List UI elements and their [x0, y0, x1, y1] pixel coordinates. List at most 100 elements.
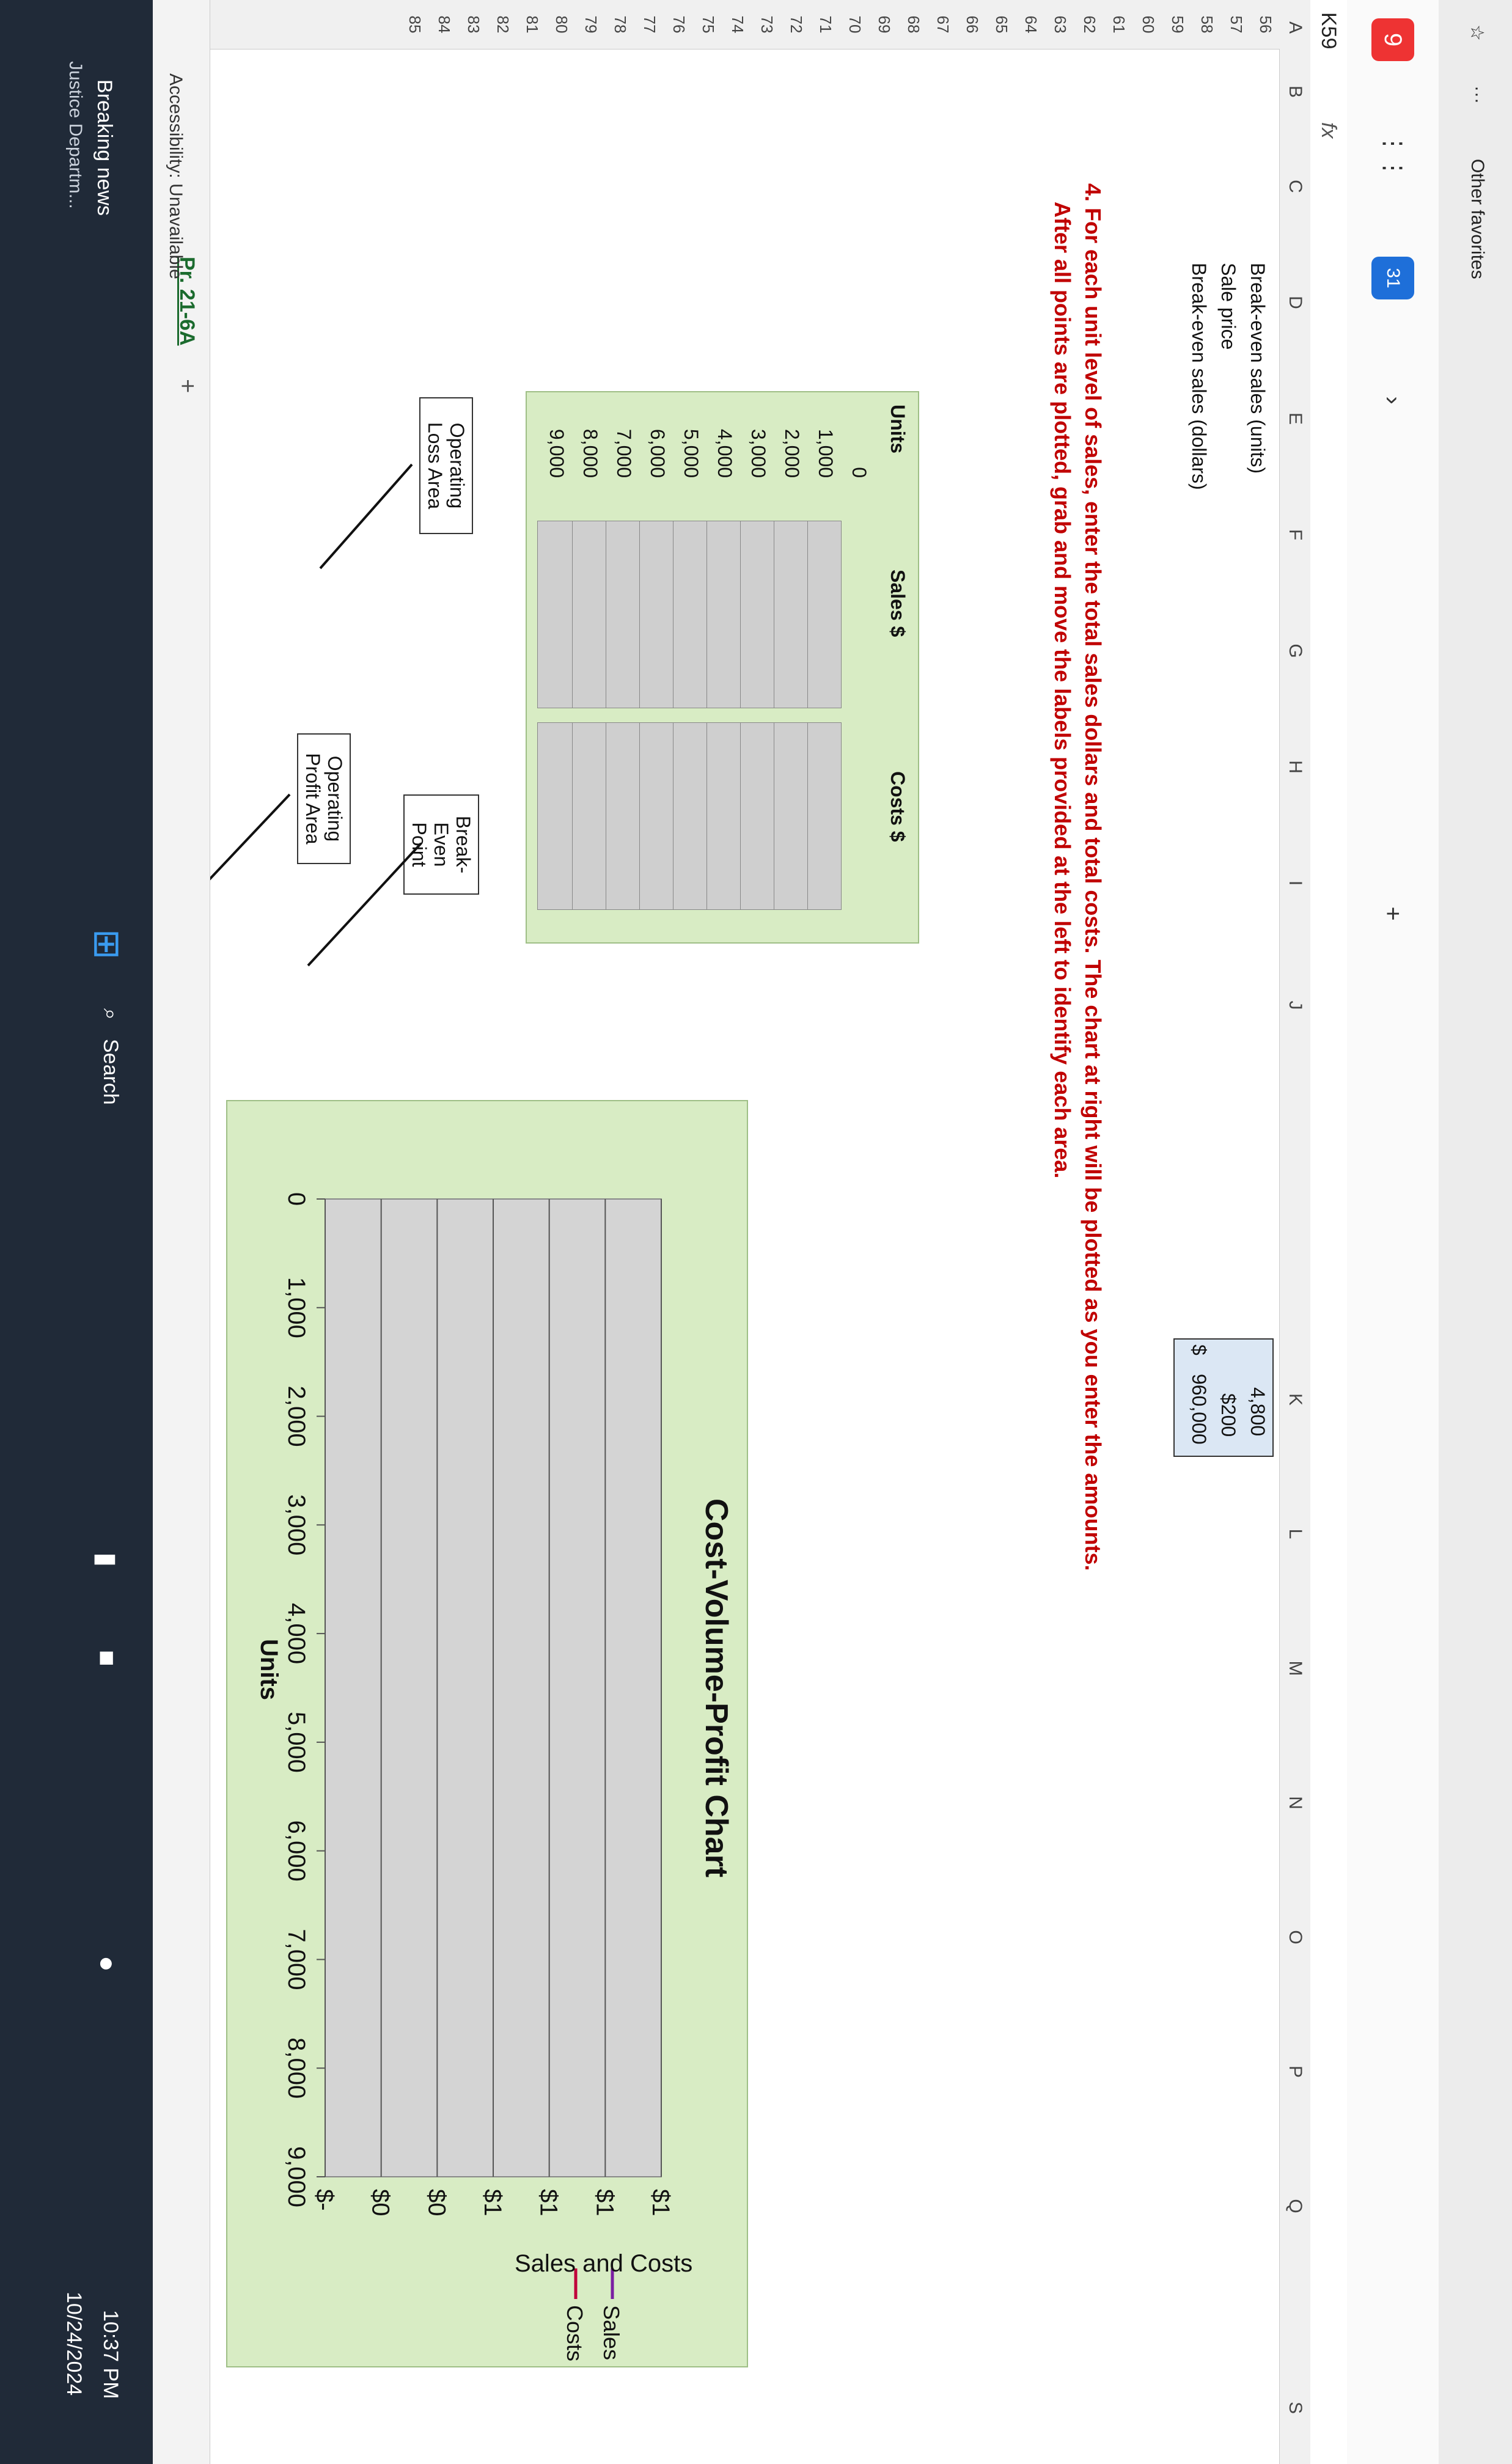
- row-header[interactable]: 68: [904, 6, 923, 43]
- row-header[interactable]: 81: [523, 6, 541, 43]
- row-header[interactable]: 78: [611, 6, 629, 43]
- col-header[interactable]: L: [1280, 1467, 1310, 1601]
- row-header[interactable]: 58: [1197, 6, 1216, 43]
- costs-input-cell[interactable]: [705, 722, 741, 910]
- units-value: 6,000: [647, 428, 669, 478]
- row-header[interactable]: 79: [581, 6, 600, 43]
- operating-profit-label[interactable]: Operating Profit Area: [297, 733, 351, 864]
- row-header[interactable]: 82: [493, 6, 512, 43]
- row-header[interactable]: 70: [845, 6, 864, 43]
- x-tick-label: 0: [283, 1192, 310, 1206]
- cvp-chart-svg: $- $0 $0 $1 $1 $1 $1 0 1,000 2,000 3,000 4,000 5,000…: [283, 1192, 674, 2366]
- formula-icon: fx: [1317, 122, 1340, 139]
- col-header[interactable]: D: [1280, 244, 1310, 361]
- row-header[interactable]: 72: [787, 6, 806, 43]
- sales-input-cell[interactable]: [705, 521, 741, 708]
- costs-input-cell[interactable]: [571, 722, 606, 910]
- browser-sidebar: 9 ⋮⋮ 31 › +: [1346, 0, 1439, 2464]
- row-header[interactable]: 74: [728, 6, 747, 43]
- news-title[interactable]: Breaking news: [92, 79, 116, 216]
- gmail-icon[interactable]: 9: [1371, 18, 1414, 61]
- app-icon[interactable]: ●: [92, 1956, 122, 1972]
- costs-input-cell[interactable]: [537, 722, 573, 910]
- breakeven-dollars-label: Break-even sales (dollars): [1188, 263, 1210, 490]
- x-tick-label: 1,000: [283, 1277, 310, 1338]
- row-header[interactable]: 75: [699, 6, 717, 43]
- row-header[interactable]: 56: [1256, 6, 1275, 43]
- chart-panel[interactable]: Cost-Volume-Profit Chart $- $0 $0 $1 $1 $1 $1 0…: [226, 1100, 748, 2367]
- col-header[interactable]: E: [1280, 361, 1310, 477]
- taskbar-search[interactable]: Search: [98, 1039, 122, 1105]
- row-header[interactable]: 65: [992, 6, 1011, 43]
- row-header[interactable]: 57: [1227, 6, 1246, 43]
- row-header[interactable]: 63: [1051, 6, 1070, 43]
- row-header[interactable]: 73: [757, 6, 776, 43]
- row-header[interactable]: 77: [640, 6, 659, 43]
- row-header[interactable]: 71: [816, 6, 835, 43]
- units-value: 2,000: [781, 428, 803, 478]
- col-header[interactable]: N: [1280, 1736, 1310, 1870]
- col-header[interactable]: C: [1280, 128, 1310, 244]
- row-header[interactable]: 67: [933, 6, 952, 43]
- apps-grid-icon[interactable]: ⋮⋮: [1371, 131, 1414, 180]
- col-header[interactable]: B: [1280, 55, 1310, 128]
- chevron-right-icon[interactable]: ›: [1371, 379, 1414, 422]
- name-box[interactable]: K59: [1310, 12, 1347, 110]
- row-header[interactable]: 64: [1021, 6, 1040, 43]
- windows-start-icon[interactable]: ⊞: [86, 929, 128, 959]
- app-icon[interactable]: ■: [92, 1650, 122, 1667]
- favorites-star-icon[interactable]: ☆: [1466, 24, 1488, 41]
- units-header: Units: [887, 405, 909, 453]
- search-icon[interactable]: ⌕: [98, 1008, 122, 1020]
- app-icon[interactable]: ▮: [91, 1552, 122, 1567]
- col-header[interactable]: O: [1280, 1870, 1310, 2004]
- sales-input-cell[interactable]: [672, 521, 707, 708]
- add-icon[interactable]: +: [1371, 892, 1414, 935]
- row-header[interactable]: 61: [1109, 6, 1128, 43]
- row-header[interactable]: 69: [875, 6, 894, 43]
- sales-input-cell[interactable]: [638, 521, 673, 708]
- row-header[interactable]: 80: [552, 6, 571, 43]
- col-header[interactable]: P: [1280, 2004, 1310, 2139]
- row-header[interactable]: 85: [405, 6, 424, 43]
- sales-input-cell[interactable]: [537, 521, 573, 708]
- costs-input-cell[interactable]: [739, 722, 774, 910]
- row-header[interactable]: 83: [464, 6, 483, 43]
- row-header[interactable]: 62: [1080, 6, 1099, 43]
- operating-loss-label[interactable]: Operating Loss Area: [419, 397, 473, 534]
- col-header[interactable]: Q: [1280, 2139, 1310, 2273]
- sales-input-cell[interactable]: [806, 521, 842, 708]
- sales-input-cell[interactable]: [739, 521, 774, 708]
- sales-input-cell[interactable]: [773, 521, 808, 708]
- news-subtitle[interactable]: Justice Departm...: [65, 61, 86, 209]
- row-header[interactable]: 76: [669, 6, 688, 43]
- more-icon[interactable]: ···: [1467, 86, 1488, 104]
- row-header[interactable]: 66: [963, 6, 982, 43]
- col-header[interactable]: J: [1280, 941, 1310, 1069]
- x-tick-label: 6,000: [283, 1821, 310, 1882]
- accessibility-status[interactable]: Accessibility: Unavailable: [165, 73, 186, 279]
- col-header[interactable]: G: [1280, 593, 1310, 709]
- calendar-icon[interactable]: 31: [1371, 257, 1414, 299]
- costs-input-cell[interactable]: [806, 722, 842, 910]
- sales-input-cell[interactable]: [604, 521, 640, 708]
- break-even-label[interactable]: Break-Even Point: [403, 794, 479, 895]
- costs-input-cell[interactable]: [773, 722, 808, 910]
- breakeven-units-value: 4,800: [1247, 1387, 1269, 1437]
- col-header[interactable]: K: [1280, 1332, 1310, 1467]
- costs-input-cell[interactable]: [638, 722, 673, 910]
- other-favorites[interactable]: Other favorites: [1467, 159, 1488, 279]
- col-header[interactable]: S: [1280, 2371, 1310, 2444]
- col-header[interactable]: H: [1280, 709, 1310, 825]
- row-header[interactable]: 60: [1139, 6, 1158, 43]
- row-header[interactable]: 59: [1168, 6, 1187, 43]
- add-sheet-icon[interactable]: +: [174, 379, 201, 393]
- col-header[interactable]: I: [1280, 825, 1310, 941]
- col-header[interactable]: M: [1280, 1601, 1310, 1736]
- col-header[interactable]: F: [1280, 477, 1310, 593]
- row-header[interactable]: 84: [435, 6, 453, 43]
- costs-input-cell[interactable]: [604, 722, 640, 910]
- costs-input-cell[interactable]: [672, 722, 707, 910]
- sales-input-cell[interactable]: [571, 521, 606, 708]
- col-header[interactable]: A: [1280, 0, 1310, 55]
